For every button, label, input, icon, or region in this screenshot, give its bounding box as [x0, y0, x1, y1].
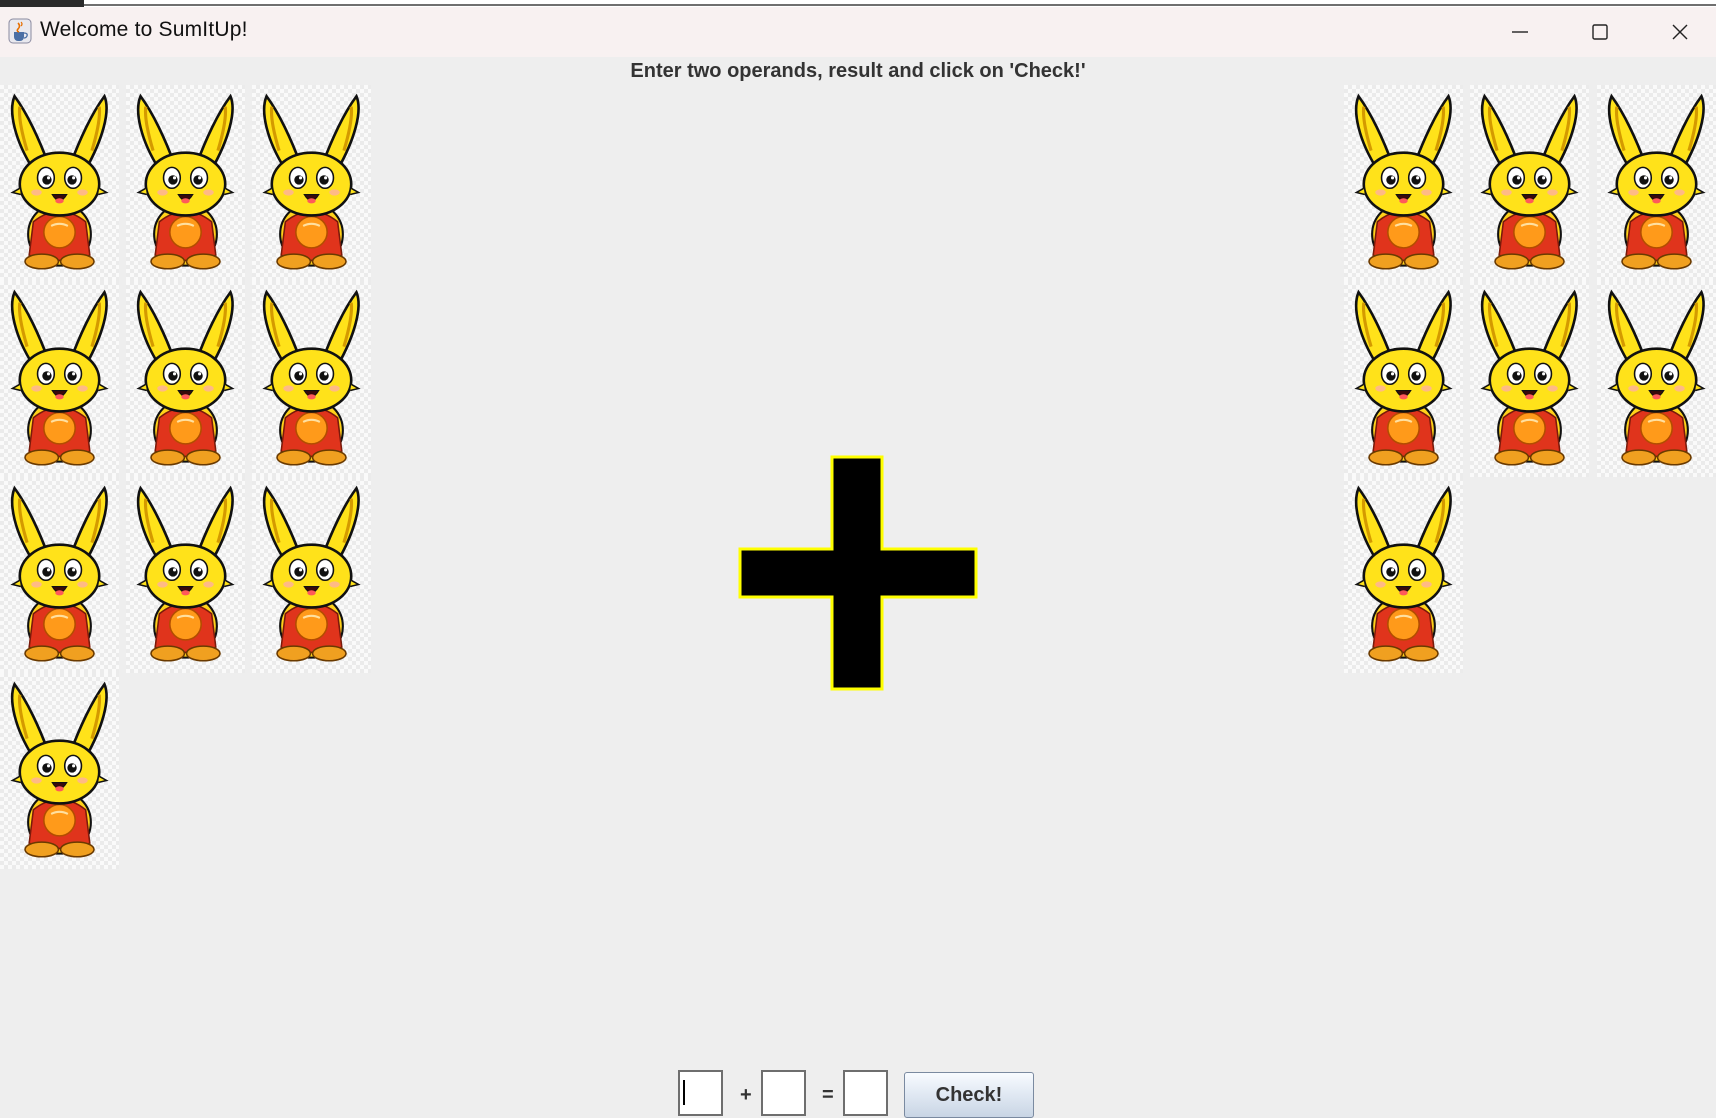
- bunny-image: [1597, 281, 1716, 477]
- operand2-field[interactable]: [761, 1070, 806, 1116]
- top-edge: [0, 0, 1716, 7]
- equals-label: =: [822, 1084, 834, 1106]
- bunny-image: [126, 281, 245, 477]
- plus-label: +: [740, 1084, 752, 1106]
- bunny-image: [0, 85, 119, 281]
- minimize-button[interactable]: [1480, 7, 1560, 57]
- maximize-button[interactable]: [1560, 7, 1640, 57]
- close-button[interactable]: [1640, 7, 1716, 57]
- bunny-image: [1470, 281, 1589, 477]
- title-bar[interactable]: Welcome to SumItUp!: [0, 7, 1716, 57]
- bunny-image: [0, 281, 119, 477]
- bunny-image: [1597, 85, 1716, 281]
- bunny-image: [1344, 477, 1463, 673]
- maximize-icon: [1592, 24, 1608, 40]
- bunny-image: [252, 85, 371, 281]
- close-icon: [1672, 24, 1688, 40]
- instruction-label: Enter two operands, result and click on …: [630, 60, 1086, 82]
- result-field[interactable]: [843, 1070, 888, 1116]
- bunny-image: [0, 477, 119, 673]
- bunny-image: [126, 85, 245, 281]
- check-button[interactable]: Check!: [904, 1072, 1034, 1118]
- top-border-line: [84, 4, 1716, 6]
- bunny-image: [252, 477, 371, 673]
- minimize-icon: [1512, 31, 1528, 33]
- bunny-image: [1470, 85, 1589, 281]
- bunny-image: [126, 477, 245, 673]
- bunny-image: [0, 673, 119, 869]
- background-window-edge: [0, 0, 84, 7]
- text-caret: [683, 1080, 685, 1105]
- plus-sign-image: [738, 455, 978, 691]
- java-coffee-cup-icon: [8, 18, 32, 44]
- window-title: Welcome to SumItUp!: [40, 18, 248, 41]
- bunny-image: [252, 281, 371, 477]
- bunny-image: [1344, 281, 1463, 477]
- bunny-image: [1344, 85, 1463, 281]
